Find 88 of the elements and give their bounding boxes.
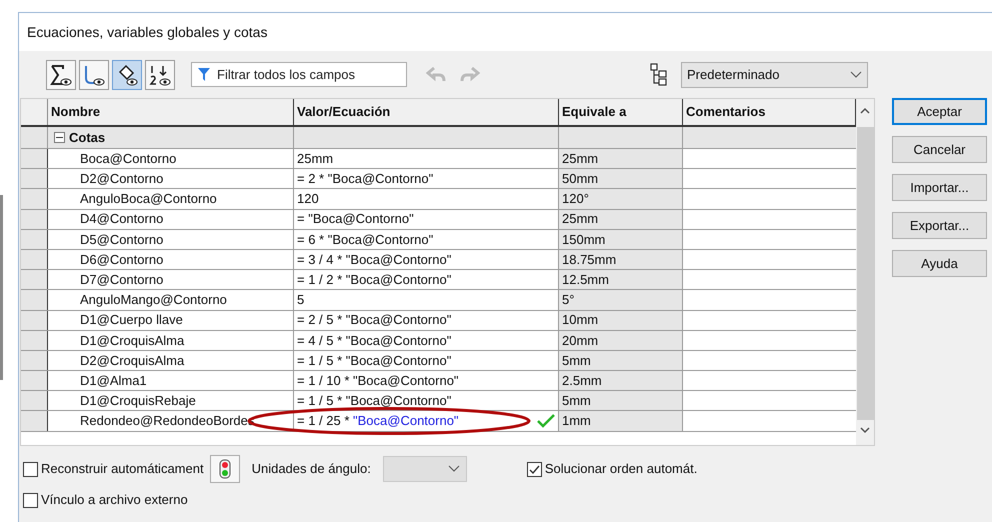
table-cell-text: 5 [297,291,304,310]
dialog-button[interactable]: Exportar... [892,212,987,239]
table-cell: D5@Contorno [48,230,294,249]
traffic-light-icon [218,459,231,479]
table-cell: 25mm [559,149,683,168]
table-cell: 50mm [559,169,683,188]
chevron-down-icon [850,70,862,78]
table-cell: AnguloMango@Contorno [48,290,294,310]
view-toggle-button[interactable] [79,60,109,90]
table-cell-text: 25mm [297,150,334,168]
table-cell: 12.5mm [559,270,683,290]
row-header[interactable] [21,210,48,229]
row-header[interactable] [21,189,48,209]
checkbox[interactable] [526,462,542,476]
table-cell: 5mm [559,350,683,370]
table-cell: D1@Alma1 [48,371,294,390]
table-cell-text: 120 [297,190,319,208]
scrollbar[interactable] [856,99,874,445]
table-cell: D2@Contorno [48,169,294,188]
column-header[interactable]: Equivale a [559,99,683,125]
configuration-dropdown[interactable]: Predeterminado [681,62,868,88]
table-cell-text: = 1 / 2 * "Boca@Contorno" [297,270,452,289]
table-cell: 1mm [559,411,683,431]
row-header[interactable] [21,250,48,270]
tree-icon [650,62,668,86]
view-toggle-button[interactable] [46,60,76,90]
table-cell: D1@Cuerpo llave [48,310,294,330]
dialog-button[interactable]: Importar... [892,174,987,201]
table-cell: D7@Contorno [48,270,294,290]
row-header[interactable] [21,310,48,330]
row-header[interactable] [21,350,48,370]
column-header[interactable]: Nombre [48,99,294,125]
row-header[interactable] [21,330,48,350]
dialog-button[interactable]: Ayuda [892,250,987,277]
minus-icon [56,134,63,141]
table-cell-text: = 1 / 10 * "Boca@Contorno" [297,372,459,390]
group-label: Cotas [69,128,106,147]
table-cell: 25mm [559,210,683,229]
table-cell: D4@Contorno [48,210,294,229]
table-cell: 5° [559,290,683,310]
scroll-down-icon [860,427,870,434]
collapse-toggle[interactable] [54,132,65,143]
table-cell: 20mm [559,330,683,350]
row-header[interactable] [21,391,48,410]
row-header[interactable] [21,230,48,249]
table-cell-text: = 2 / 5 * "Boca@Contorno" [297,311,452,330]
filter-field[interactable]: Filtrar todos los campos [191,62,407,87]
row-header[interactable] [21,270,48,290]
table-cell: 10mm [559,310,683,330]
table-cell: D2@CroquisAlma [48,350,294,370]
table-cell: Boca@Contorno [48,149,294,168]
row-header[interactable] [21,371,48,390]
row-header[interactable] [21,411,48,431]
checkbox[interactable] [23,492,38,508]
scroll-up-icon [860,107,870,114]
chevron-down-icon [448,465,460,473]
row-header[interactable] [21,169,48,188]
view-toggle-button[interactable] [112,60,142,90]
field-label: Unidades de ángulo: [252,460,371,478]
dialog-button[interactable]: Aceptar [892,98,987,125]
table-cell: D1@CroquisRebaje [48,391,294,410]
checkbox-label: Solucionar orden automát. [544,460,698,478]
table-cell-text: = 1 / 5 * "Boca@Contorno" [297,352,452,370]
filter-icon [198,68,210,81]
table-cell: 2.5mm [559,371,683,390]
table-cell-text: = 3 / 4 * "Boca@Contorno" [297,250,452,269]
table-cell-text: = "Boca@Contorno" [297,210,414,228]
table-cell-text: = 2 * "Boca@Contorno" [297,170,434,188]
row-header[interactable] [21,290,48,310]
table-cell: 120° [559,189,683,209]
table-cell: 150mm [559,230,683,249]
table-cell-text: = 4 / 5 * "Boca@Contorno" [297,332,452,350]
checkbox[interactable] [23,462,38,476]
rebuild-button[interactable] [210,455,240,483]
row-header[interactable] [21,149,48,168]
table-cell: D1@CroquisAlma [48,330,294,350]
dialog-button[interactable]: Cancelar [892,136,987,163]
checkbox-label: Reconstruir automáticament [41,460,204,478]
column-header[interactable]: Valor/Ecuación [294,99,559,125]
checkbox-label: Vínculo a archivo externo [41,491,188,510]
table-cell: AnguloBoca@Contorno [48,189,294,209]
table-cell: D6@Contorno [48,250,294,270]
table-cell: 5mm [559,391,683,410]
table-cell-text: = 1 / 5 * "Boca@Contorno" [297,392,452,410]
table-cell: 18.75mm [559,250,683,270]
view-toggle-button[interactable] [145,60,175,90]
table-cell-text: = 6 * "Boca@Contorno" [297,230,434,249]
window-title: Ecuaciones, variables globales y cotas [27,22,268,42]
